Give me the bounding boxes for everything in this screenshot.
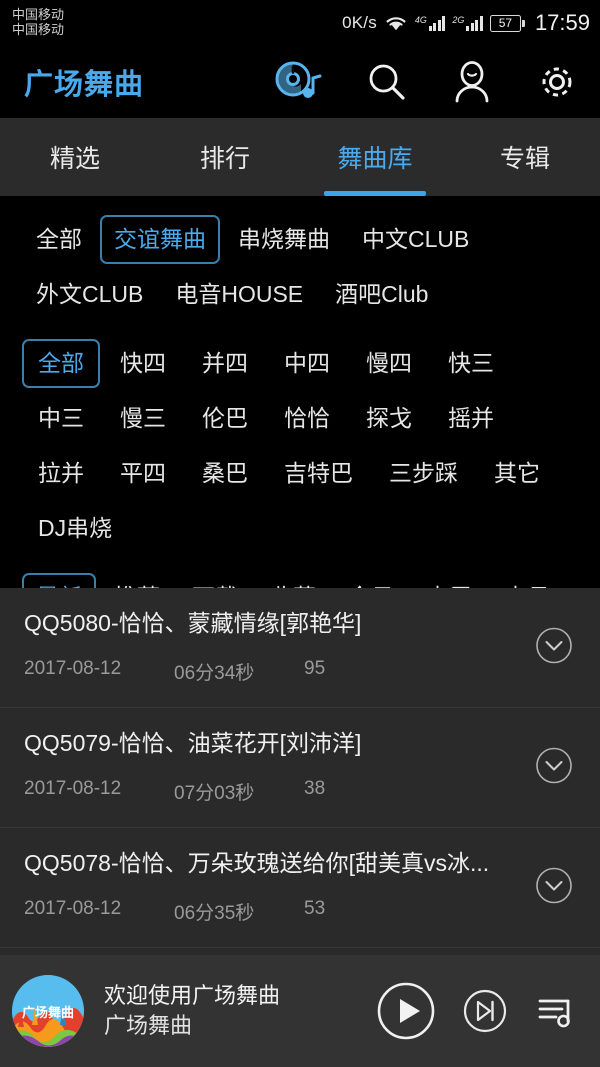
song-date: 2017-08-12: [24, 897, 122, 919]
player-track-artist: 广场舞曲: [104, 1013, 193, 1038]
svg-text:广场舞曲: 广场舞曲: [22, 1005, 74, 1020]
filter-chip-genre-10[interactable]: 探戈: [350, 394, 428, 443]
song-date: 2017-08-12: [24, 777, 122, 799]
play-icon[interactable]: [376, 981, 436, 1041]
filter-chip-genre-12[interactable]: 拉并: [22, 449, 100, 498]
player-track-info: 欢迎使用广场舞曲 广场舞曲: [104, 981, 376, 1040]
header-actions: [274, 60, 578, 104]
song-duration: 07分03秒: [174, 782, 255, 804]
filter-chip-genre-6[interactable]: 中三: [22, 394, 100, 443]
filter-chip-category-6[interactable]: 酒吧Club: [321, 270, 442, 319]
filter-panel: 全部 交谊舞曲 串烧舞曲 中文CLUB 外文CLUB 电音HOUSE 酒吧Clu…: [0, 196, 600, 631]
song-duration: 06分35秒: [174, 902, 255, 924]
player-controls: [376, 981, 580, 1041]
battery-level: 57: [498, 16, 513, 30]
song-meta: 2017-08-12 06分35秒 53: [24, 898, 578, 925]
filter-chip-genre-15[interactable]: 吉特巴: [268, 449, 369, 498]
song-date: 2017-08-12: [24, 657, 122, 679]
list-item[interactable]: QQ5078-恰恰、万朵玫瑰送给你[甜美真vs冰... 2017-08-12 0…: [0, 828, 600, 948]
list-item[interactable]: QQ5080-恰恰、蒙藏情缘[郭艳华] 2017-08-12 06分34秒 95: [0, 588, 600, 708]
gear-icon[interactable]: [536, 61, 578, 103]
network-speed: 0K/s: [342, 13, 377, 32]
filter-row: 全部 快四 并四 中四 慢四 快三 中三 慢三 伦巴 恰恰 探戈 摇并 拉并 平…: [22, 336, 578, 556]
battery-icon: 57: [489, 14, 525, 32]
signal-sim1-label: 4G: [414, 14, 427, 25]
tab-label: 排行: [199, 145, 250, 173]
song-title: QQ5080-恰恰、蒙藏情缘[郭艳华]: [24, 610, 362, 636]
chevron-down-circle-icon[interactable]: [534, 745, 574, 790]
signal-sim2: 2G: [452, 14, 483, 31]
main-tabs: 精选 排行 舞曲库 专辑: [0, 118, 600, 196]
tab-label: 精选: [49, 145, 100, 173]
song-title: QQ5079-恰恰、油菜花开[刘沛洋]: [24, 730, 362, 756]
mini-player: 广场舞曲 欢迎使用广场舞曲 广场舞曲: [0, 955, 600, 1067]
filter-chip-genre-9[interactable]: 恰恰: [268, 394, 346, 443]
album-art[interactable]: 广场舞曲: [12, 975, 84, 1047]
song-meta: 2017-08-12 07分03秒 38: [24, 778, 578, 805]
filter-chip-category-3[interactable]: 中文CLUB: [348, 215, 483, 264]
app-header: 广场舞曲: [0, 46, 600, 118]
tab-paihang[interactable]: 排行: [150, 118, 300, 196]
status-indicators: 0K/s 4G 2G 57 17:59: [342, 10, 590, 36]
song-list[interactable]: QQ5080-恰恰、蒙藏情缘[郭艳华] 2017-08-12 06分34秒 95…: [0, 588, 600, 955]
filter-chip-category-4[interactable]: 外文CLUB: [22, 270, 157, 319]
carrier-sim1: 中国移动: [12, 7, 65, 23]
filter-chip-genre-13[interactable]: 平四: [104, 449, 182, 498]
user-icon[interactable]: [452, 61, 492, 103]
signal-sim2-bars: [466, 15, 483, 31]
song-title: QQ5078-恰恰、万朵玫瑰送给你[甜美真vs冰...: [24, 850, 490, 876]
tab-zhuanji[interactable]: 专辑: [450, 118, 600, 196]
song-meta: 2017-08-12 06分34秒 95: [24, 658, 578, 685]
chevron-down-circle-icon[interactable]: [534, 865, 574, 910]
tab-wuqu-library[interactable]: 舞曲库: [300, 118, 450, 196]
filter-chip-genre-4[interactable]: 慢四: [350, 339, 428, 388]
tab-label: 专辑: [499, 145, 550, 173]
filter-chip-category-1[interactable]: 交谊舞曲: [100, 215, 220, 264]
filter-chip-genre-2[interactable]: 并四: [186, 339, 264, 388]
carrier-labels: 中国移动 中国移动: [12, 7, 65, 38]
status-bar: 中国移动 中国移动 0K/s 4G 2G 57 17:59: [0, 0, 600, 46]
filter-group-category: 全部 交谊舞曲 串烧舞曲 中文CLUB 外文CLUB 电音HOUSE 酒吧Clu…: [22, 212, 578, 322]
filter-chip-genre-0[interactable]: 全部: [22, 339, 100, 388]
status-clock: 17:59: [534, 10, 590, 35]
page-title: 广场舞曲: [24, 69, 145, 101]
music-disc-icon[interactable]: [274, 60, 322, 104]
carrier-sim2: 中国移动: [12, 22, 65, 37]
song-count: 53: [304, 897, 326, 919]
filter-chip-category-2[interactable]: 串烧舞曲: [224, 215, 344, 264]
filter-chip-genre-18[interactable]: DJ串烧: [22, 504, 128, 553]
player-track-title: 欢迎使用广场舞曲: [104, 983, 281, 1009]
song-count: 95: [304, 657, 326, 679]
search-icon[interactable]: [366, 61, 408, 103]
filter-row: 全部 交谊舞曲 串烧舞曲 中文CLUB 外文CLUB 电音HOUSE 酒吧Clu…: [22, 212, 578, 322]
next-track-icon[interactable]: [462, 988, 508, 1034]
filter-chip-genre-14[interactable]: 桑巴: [186, 449, 264, 498]
filter-chip-genre-3[interactable]: 中四: [268, 339, 346, 388]
signal-sim1: 4G: [414, 14, 446, 31]
tab-label: 舞曲库: [337, 145, 413, 173]
filter-chip-category-5[interactable]: 电音HOUSE: [161, 270, 317, 319]
signal-sim1-bars: [428, 15, 446, 31]
signal-sim2-label: 2G: [452, 14, 465, 25]
song-duration: 06分34秒: [174, 662, 255, 684]
list-item[interactable]: QQ5079-恰恰、油菜花开[刘沛洋] 2017-08-12 07分03秒 38: [0, 708, 600, 828]
filter-chip-category-0[interactable]: 全部: [22, 215, 96, 264]
filter-chip-genre-17[interactable]: 其它: [478, 449, 556, 498]
tab-jingxuan[interactable]: 精选: [0, 118, 150, 196]
filter-chip-genre-8[interactable]: 伦巴: [186, 394, 264, 443]
filter-chip-genre-5[interactable]: 快三: [432, 339, 510, 388]
chevron-down-circle-icon[interactable]: [534, 625, 574, 670]
filter-chip-genre-1[interactable]: 快四: [104, 339, 182, 388]
filter-chip-genre-11[interactable]: 摇并: [432, 394, 510, 443]
app-root: 中国移动 中国移动 0K/s 4G 2G 57 17:59 广场舞曲 精选 排行…: [0, 0, 600, 1067]
filter-group-genre: 全部 快四 并四 中四 慢四 快三 中三 慢三 伦巴 恰恰 探戈 摇并 拉并 平…: [22, 336, 578, 556]
filter-chip-genre-16[interactable]: 三步踩: [373, 449, 474, 498]
playlist-icon[interactable]: [534, 988, 580, 1034]
filter-chip-genre-7[interactable]: 慢三: [104, 394, 182, 443]
list-item[interactable]: QQ5077-恰恰、醉美踩踩[刘小妹] 2017-08-12 06分12秒 41: [0, 948, 600, 955]
wifi-icon: [384, 14, 408, 32]
song-count: 38: [304, 777, 326, 799]
